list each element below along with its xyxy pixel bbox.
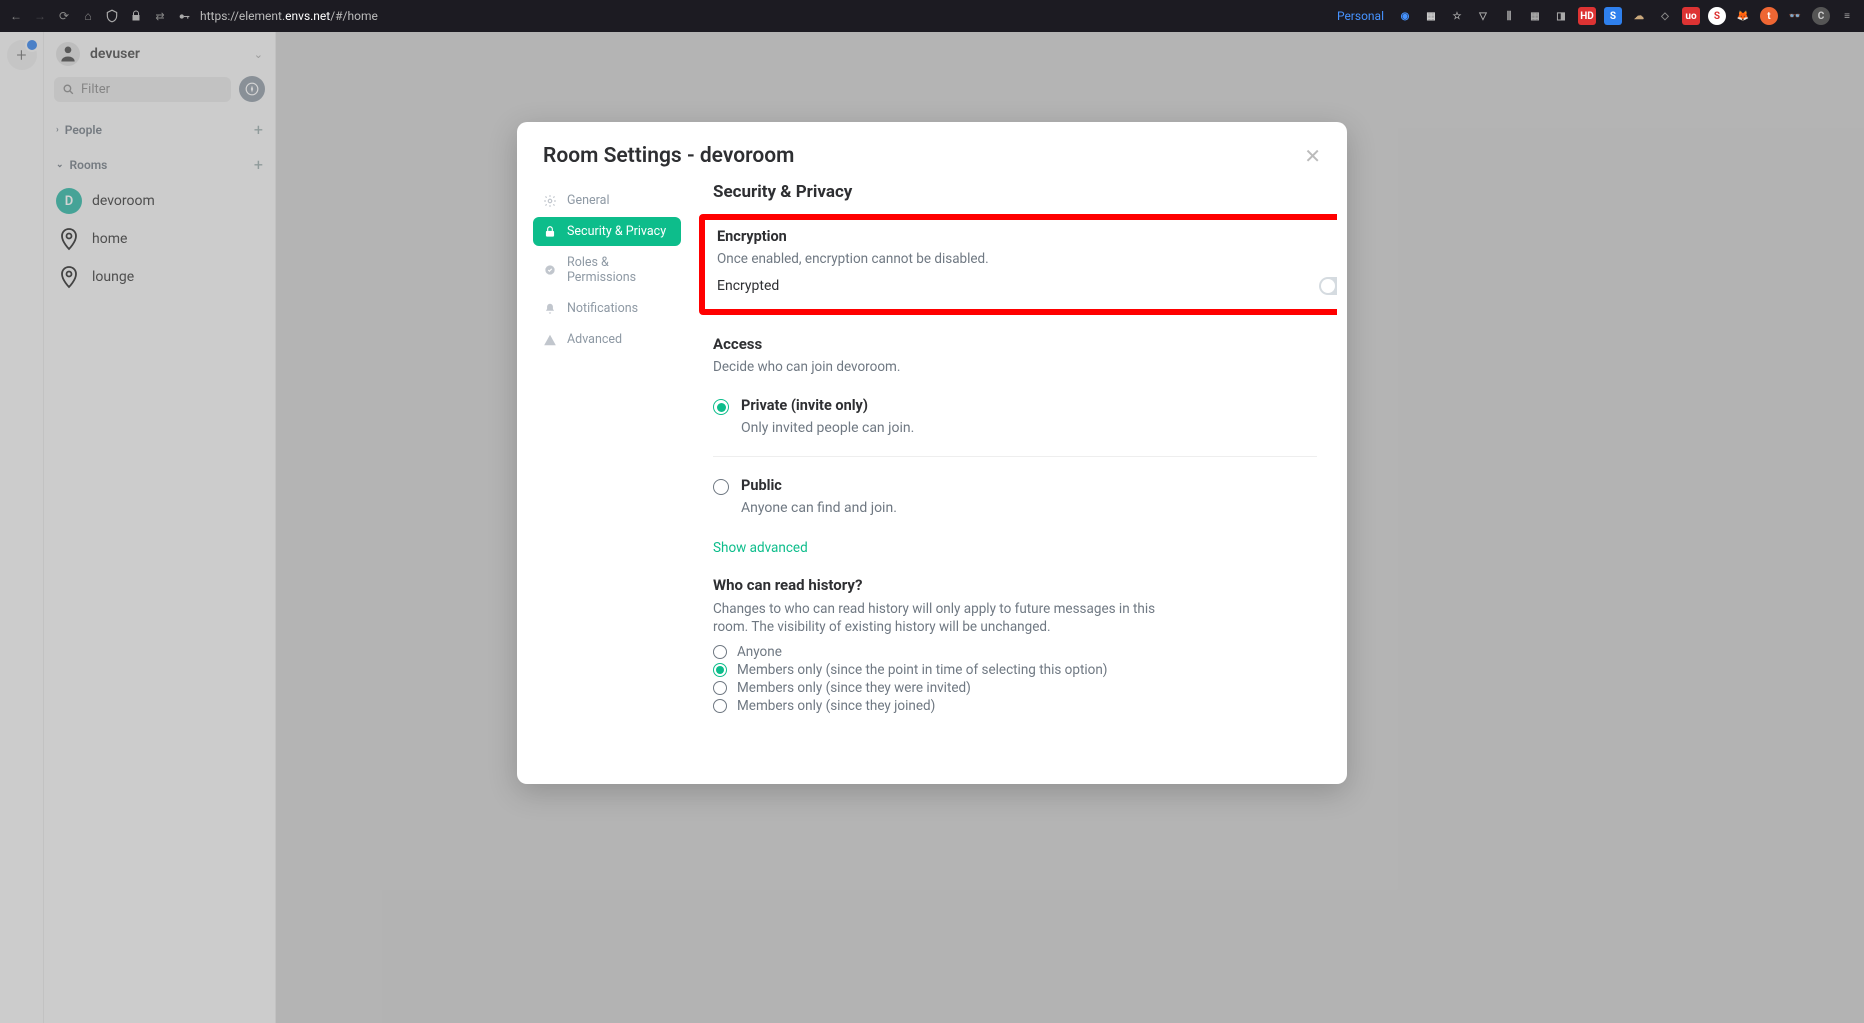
lock-icon: [128, 8, 144, 24]
reader-icon[interactable]: ◨: [1552, 7, 1570, 25]
library-icon[interactable]: ⫼: [1500, 7, 1518, 25]
reload-button[interactable]: ⟳: [56, 8, 72, 24]
forward-button[interactable]: →: [32, 8, 48, 24]
shield-icon[interactable]: [104, 8, 120, 24]
room-settings-modal: Room Settings - devoroom ✕ General Secur…: [517, 122, 1347, 784]
tab-label: Security & Privacy: [567, 224, 666, 239]
radio-icon: [713, 399, 729, 415]
radio-icon: [713, 479, 729, 495]
divider: [713, 456, 1317, 457]
ext-icon[interactable]: 👓: [1786, 7, 1804, 25]
tab-roles[interactable]: Roles & Permissions: [533, 248, 681, 292]
radio-icon: [713, 699, 727, 713]
option-sub: Anyone can find and join.: [741, 500, 1317, 516]
history-option-since-joined[interactable]: Members only (since they joined): [713, 698, 1317, 714]
app-shell: + devuser ⌄ Filter › People + ⌄ Room: [0, 32, 1864, 1023]
ext-icon[interactable]: S: [1708, 7, 1726, 25]
access-option-private[interactable]: Private (invite only) Only invited peopl…: [713, 391, 1317, 442]
access-desc: Decide who can join devoroom.: [713, 359, 1317, 375]
annotation-highlight: Encryption Once enabled, encryption cann…: [699, 214, 1337, 315]
history-option-since-selection[interactable]: Members only (since the point in time of…: [713, 662, 1317, 678]
access-heading: Access: [713, 335, 1317, 353]
tab-general[interactable]: General: [533, 186, 681, 215]
bell-icon: [543, 302, 557, 316]
menu-icon[interactable]: ≡: [1838, 7, 1856, 25]
tab-label: Advanced: [567, 332, 622, 347]
url-bar[interactable]: https://element.envs.net/#/home: [200, 9, 378, 23]
option-title: Public: [741, 477, 1317, 494]
tab-security[interactable]: Security & Privacy: [533, 217, 681, 246]
encryption-desc: Once enabled, encryption cannot be disab…: [717, 251, 1337, 267]
key-icon: [176, 8, 192, 24]
warning-icon: [543, 333, 557, 347]
tab-advanced[interactable]: Advanced: [533, 325, 681, 354]
access-option-public[interactable]: Public Anyone can find and join.: [713, 471, 1317, 522]
encryption-heading: Encryption: [717, 228, 1337, 245]
container-label[interactable]: Personal: [1337, 9, 1384, 23]
badge-icon: [543, 263, 557, 277]
ext-icon[interactable]: C: [1812, 7, 1830, 25]
option-label: Members only (since they joined): [737, 698, 935, 714]
url-text: https://element.envs.net/#/home: [200, 9, 378, 23]
tab-notifications[interactable]: Notifications: [533, 294, 681, 323]
tab-label: General: [567, 193, 610, 208]
option-sub: Only invited people can join.: [741, 420, 1317, 436]
option-label: Anyone: [737, 644, 782, 660]
tab-label: Roles & Permissions: [567, 255, 671, 285]
radio-icon: [713, 681, 727, 695]
home-button[interactable]: ⌂: [80, 8, 96, 24]
ext-icon[interactable]: S: [1604, 7, 1622, 25]
history-heading: Who can read history?: [713, 576, 1317, 594]
radio-icon: [713, 645, 727, 659]
bookmark-icon[interactable]: ☆: [1448, 7, 1466, 25]
modal-title: Room Settings - devoroom: [543, 144, 794, 168]
ext-icon[interactable]: ☁: [1630, 7, 1648, 25]
option-label: Members only (since the point in time of…: [737, 662, 1108, 678]
settings-tabs: General Security & Privacy Roles & Permi…: [527, 182, 687, 764]
permissions-icon[interactable]: ⇄: [152, 8, 168, 24]
ext-icon[interactable]: HD: [1578, 7, 1596, 25]
radio-icon: [713, 663, 727, 677]
ext-icon[interactable]: ◉: [1396, 7, 1414, 25]
option-title: Private (invite only): [741, 397, 1317, 414]
ext-icon[interactable]: ▦: [1526, 7, 1544, 25]
pocket-icon[interactable]: ▽: [1474, 7, 1492, 25]
option-label: Members only (since they were invited): [737, 680, 971, 696]
lock-icon: [543, 225, 557, 239]
ext-icon[interactable]: uo: [1682, 7, 1700, 25]
content-heading: Security & Privacy: [713, 182, 1317, 202]
history-option-since-invited[interactable]: Members only (since they were invited): [713, 680, 1317, 696]
history-option-anyone[interactable]: Anyone: [713, 644, 1317, 660]
ext-icon[interactable]: ◇: [1656, 7, 1674, 25]
ext-icon[interactable]: t: [1760, 7, 1778, 25]
ext-icon[interactable]: ▦: [1422, 7, 1440, 25]
extension-tray: Personal ◉ ▦ ☆ ▽ ⫼ ▦ ◨ HD S ☁ ◇ uo S 🦊 t…: [1337, 7, 1856, 25]
tab-label: Notifications: [567, 301, 638, 316]
browser-chrome: ← → ⟳ ⌂ ⇄ https://element.envs.net/#/hom…: [0, 0, 1864, 32]
back-button[interactable]: ←: [8, 8, 24, 24]
ext-icon[interactable]: 🦊: [1734, 7, 1752, 25]
gear-icon: [543, 194, 557, 208]
settings-content: Security & Privacy Encryption Once enabl…: [687, 182, 1337, 764]
close-button[interactable]: ✕: [1304, 144, 1321, 168]
history-desc: Changes to who can read history will onl…: [713, 600, 1173, 636]
encryption-toggle[interactable]: [1319, 277, 1337, 295]
show-advanced-link[interactable]: Show advanced: [713, 540, 1317, 556]
encryption-toggle-label: Encrypted: [717, 278, 779, 294]
